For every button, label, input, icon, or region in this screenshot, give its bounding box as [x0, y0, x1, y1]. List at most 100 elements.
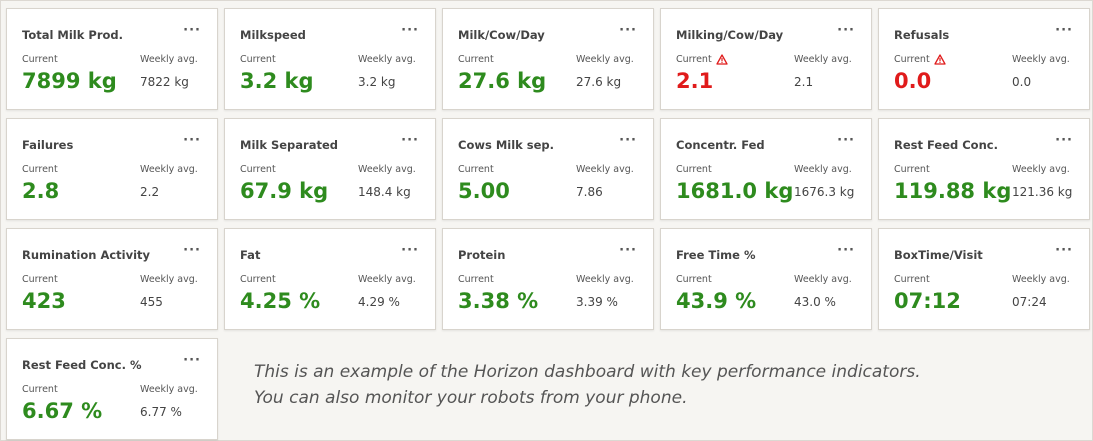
- current-value: 2.8: [22, 179, 60, 203]
- current-label: Current: [240, 54, 276, 65]
- current-label: Current: [894, 164, 930, 175]
- kpi-card[interactable]: Fat ··· Current Weekly avg. 4.25 % 4.29 …: [224, 228, 436, 330]
- more-options-icon[interactable]: ···: [619, 243, 637, 258]
- current-label: Current: [22, 164, 58, 175]
- weekly-avg-value: 43.0 %: [794, 295, 836, 309]
- current-label: Current: [894, 54, 930, 65]
- current-label-row: Current: [458, 164, 494, 175]
- kpi-card[interactable]: Protein ··· Current Weekly avg. 3.38 % 3…: [442, 228, 654, 330]
- current-label: Current: [458, 164, 494, 175]
- weekly-avg-label: Weekly avg.: [1012, 164, 1070, 175]
- current-label: Current: [22, 384, 58, 395]
- current-label-row: Current: [676, 54, 728, 65]
- weekly-avg-value: 0.0: [1012, 75, 1032, 89]
- weekly-avg-value: 07:24: [1012, 295, 1047, 309]
- current-label: Current: [22, 274, 58, 285]
- kpi-card[interactable]: Total Milk Prod. ··· Current Weekly avg.…: [6, 8, 218, 110]
- weekly-avg-label: Weekly avg.: [576, 164, 634, 175]
- current-label-row: Current: [894, 164, 930, 175]
- current-label: Current: [458, 274, 494, 285]
- more-options-icon[interactable]: ···: [183, 133, 201, 148]
- current-label-row: Current: [458, 274, 494, 285]
- current-label-row: Current: [458, 54, 494, 65]
- weekly-avg-value: 3.2 kg: [358, 75, 396, 89]
- current-label: Current: [240, 274, 276, 285]
- kpi-card[interactable]: Rest Feed Conc. ··· Current Weekly avg. …: [878, 118, 1090, 220]
- weekly-avg-value: 2.1: [794, 75, 814, 89]
- kpi-title: Refusals: [894, 28, 950, 42]
- kpi-title: BoxTime/Visit: [894, 248, 983, 262]
- current-label: Current: [458, 54, 494, 65]
- caption-line-1: This is an example of the Horizon dashbo…: [254, 362, 921, 382]
- more-options-icon[interactable]: ···: [401, 243, 419, 258]
- kpi-title: Rumination Activity: [22, 248, 151, 262]
- current-value: 3.2 kg: [240, 69, 314, 93]
- kpi-card[interactable]: Concentr. Fed ··· Current Weekly avg. 16…: [660, 118, 872, 220]
- more-options-icon[interactable]: ···: [401, 23, 419, 38]
- more-options-icon[interactable]: ···: [837, 23, 855, 38]
- current-value: 3.38 %: [458, 289, 539, 313]
- weekly-avg-label: Weekly avg.: [794, 164, 852, 175]
- more-options-icon[interactable]: ···: [183, 243, 201, 258]
- kpi-title: Rest Feed Conc. %: [22, 358, 142, 372]
- kpi-card[interactable]: Rest Feed Conc. % ··· Current Weekly avg…: [6, 338, 218, 440]
- more-options-icon[interactable]: ···: [837, 243, 855, 258]
- current-value: 6.67 %: [22, 399, 103, 423]
- current-label-row: Current: [676, 274, 712, 285]
- current-value: 4.25 %: [240, 289, 321, 313]
- kpi-title: Milk/Cow/Day: [458, 28, 545, 42]
- weekly-avg-value: 27.6 kg: [576, 75, 622, 89]
- kpi-card[interactable]: Milkspeed ··· Current Weekly avg. 3.2 kg…: [224, 8, 436, 110]
- more-options-icon[interactable]: ···: [1055, 133, 1073, 148]
- weekly-avg-value: 4.29 %: [358, 295, 400, 309]
- kpi-title: Fat: [240, 248, 261, 262]
- current-value: 0.0: [894, 69, 932, 93]
- weekly-avg-value: 7822 kg: [140, 75, 189, 89]
- weekly-avg-value: 7.86: [576, 185, 603, 199]
- current-value: 07:12: [894, 289, 961, 313]
- current-value: 119.88 kg: [894, 179, 1012, 203]
- kpi-card[interactable]: Cows Milk sep. ··· Current Weekly avg. 5…: [442, 118, 654, 220]
- current-value: 43.9 %: [676, 289, 757, 313]
- weekly-avg-value: 6.77 %: [140, 405, 182, 419]
- more-options-icon[interactable]: ···: [183, 353, 201, 368]
- more-options-icon[interactable]: ···: [1055, 243, 1073, 258]
- weekly-avg-label: Weekly avg.: [140, 164, 198, 175]
- weekly-avg-label: Weekly avg.: [576, 54, 634, 65]
- kpi-card[interactable]: Failures ··· Current Weekly avg. 2.8 2.2: [6, 118, 218, 220]
- weekly-avg-label: Weekly avg.: [140, 384, 198, 395]
- weekly-avg-label: Weekly avg.: [1012, 274, 1070, 285]
- weekly-avg-label: Weekly avg.: [358, 274, 416, 285]
- kpi-card[interactable]: Free Time % ··· Current Weekly avg. 43.9…: [660, 228, 872, 330]
- current-value: 2.1: [676, 69, 714, 93]
- kpi-title: Cows Milk sep.: [458, 138, 555, 152]
- current-value: 7899 kg: [22, 69, 117, 93]
- weekly-avg-label: Weekly avg.: [358, 54, 416, 65]
- current-value: 423: [22, 289, 66, 313]
- more-options-icon[interactable]: ···: [619, 23, 637, 38]
- current-label: Current: [676, 54, 712, 65]
- caption: This is an example of the Horizon dashbo…: [254, 359, 921, 411]
- weekly-avg-label: Weekly avg.: [140, 274, 198, 285]
- kpi-card[interactable]: Rumination Activity ··· Current Weekly a…: [6, 228, 218, 330]
- warning-triangle-icon: [716, 54, 728, 65]
- current-label: Current: [22, 54, 58, 65]
- current-label: Current: [240, 164, 276, 175]
- more-options-icon[interactable]: ···: [619, 133, 637, 148]
- current-value: 1681.0 kg: [676, 179, 794, 203]
- more-options-icon[interactable]: ···: [183, 23, 201, 38]
- kpi-card[interactable]: Milk/Cow/Day ··· Current Weekly avg. 27.…: [442, 8, 654, 110]
- kpi-title: Protein: [458, 248, 506, 262]
- current-value: 27.6 kg: [458, 69, 547, 93]
- weekly-avg-label: Weekly avg.: [794, 54, 852, 65]
- more-options-icon[interactable]: ···: [401, 133, 419, 148]
- kpi-card[interactable]: Milk Separated ··· Current Weekly avg. 6…: [224, 118, 436, 220]
- current-label-row: Current: [894, 274, 930, 285]
- weekly-avg-label: Weekly avg.: [794, 274, 852, 285]
- more-options-icon[interactable]: ···: [1055, 23, 1073, 38]
- more-options-icon[interactable]: ···: [837, 133, 855, 148]
- kpi-card[interactable]: BoxTime/Visit ··· Current Weekly avg. 07…: [878, 228, 1090, 330]
- kpi-card[interactable]: Milking/Cow/Day ··· Current Weekly avg. …: [660, 8, 872, 110]
- current-label-row: Current: [22, 274, 58, 285]
- kpi-card[interactable]: Refusals ··· Current Weekly avg. 0.0 0.0: [878, 8, 1090, 110]
